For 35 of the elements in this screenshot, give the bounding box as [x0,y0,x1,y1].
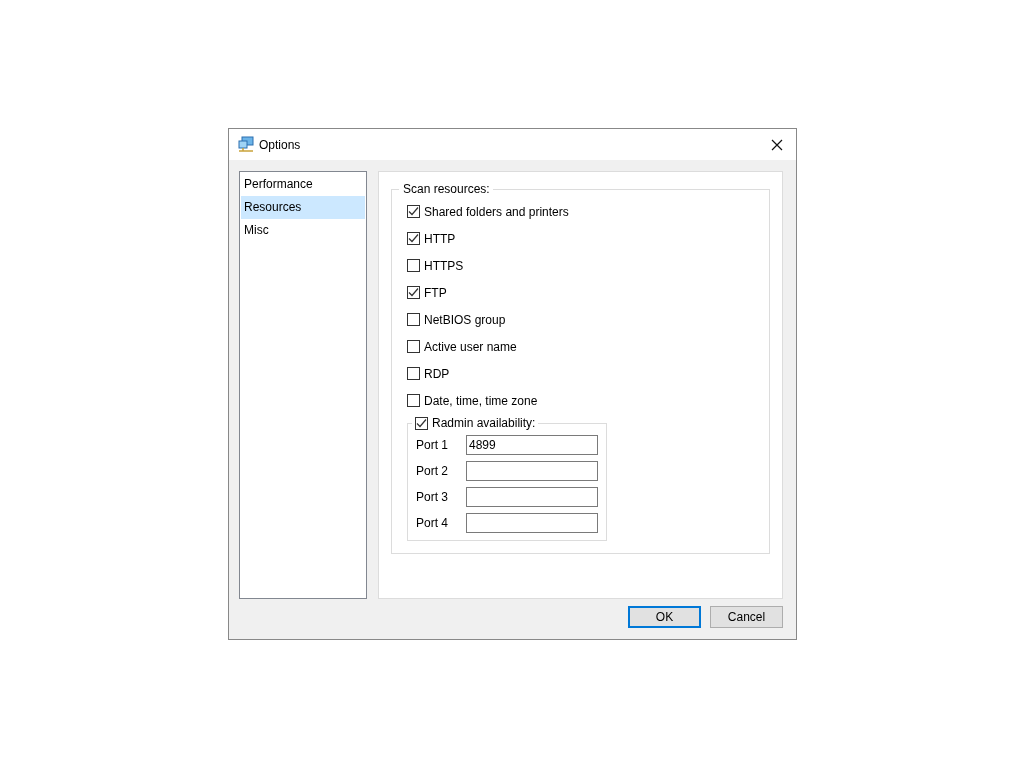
category-item[interactable]: Performance [241,173,365,196]
checkbox[interactable] [407,367,420,380]
checkbox-label: HTTPS [424,258,464,273]
checkbox-label: FTP [424,285,447,300]
checkbox-label: Date, time, time zone [424,393,538,408]
checkbox-label: Radmin availability: [432,416,536,430]
checkbox-label: HTTP [424,231,456,246]
checkbox[interactable] [407,232,420,245]
window-title: Options [259,137,302,152]
checkbox[interactable] [407,205,420,218]
port-field[interactable]: 4899 [466,435,598,455]
checkbox-label: Shared folders and printers [424,204,569,219]
checkbox-label: NetBIOS group [424,312,506,327]
port-label: Port 4 [416,516,449,530]
port-label: Port 3 [416,490,449,504]
checkbox[interactable] [407,313,420,326]
checkbox[interactable] [407,394,420,407]
network-computer-icon [237,135,255,154]
checkbox[interactable] [407,259,420,272]
port-label: Port 1 [416,438,449,452]
checkbox[interactable] [415,416,428,430]
checkbox[interactable] [407,286,420,299]
group-title: Scan resources: [402,182,491,196]
port-field[interactable] [466,513,598,533]
checkbox-label: RDP [424,366,450,381]
category-item[interactable]: Misc [241,219,365,242]
checkbox[interactable] [407,340,420,353]
checkbox-label: Active user name [424,339,517,354]
port-field[interactable] [466,487,598,507]
cancel-button[interactable]: Cancel [710,606,783,628]
category-item[interactable]: Resources [241,196,365,219]
ok-button[interactable]: OK [628,606,701,628]
port-label: Port 2 [416,464,449,478]
port-field[interactable] [466,461,598,481]
close-icon [771,138,783,151]
